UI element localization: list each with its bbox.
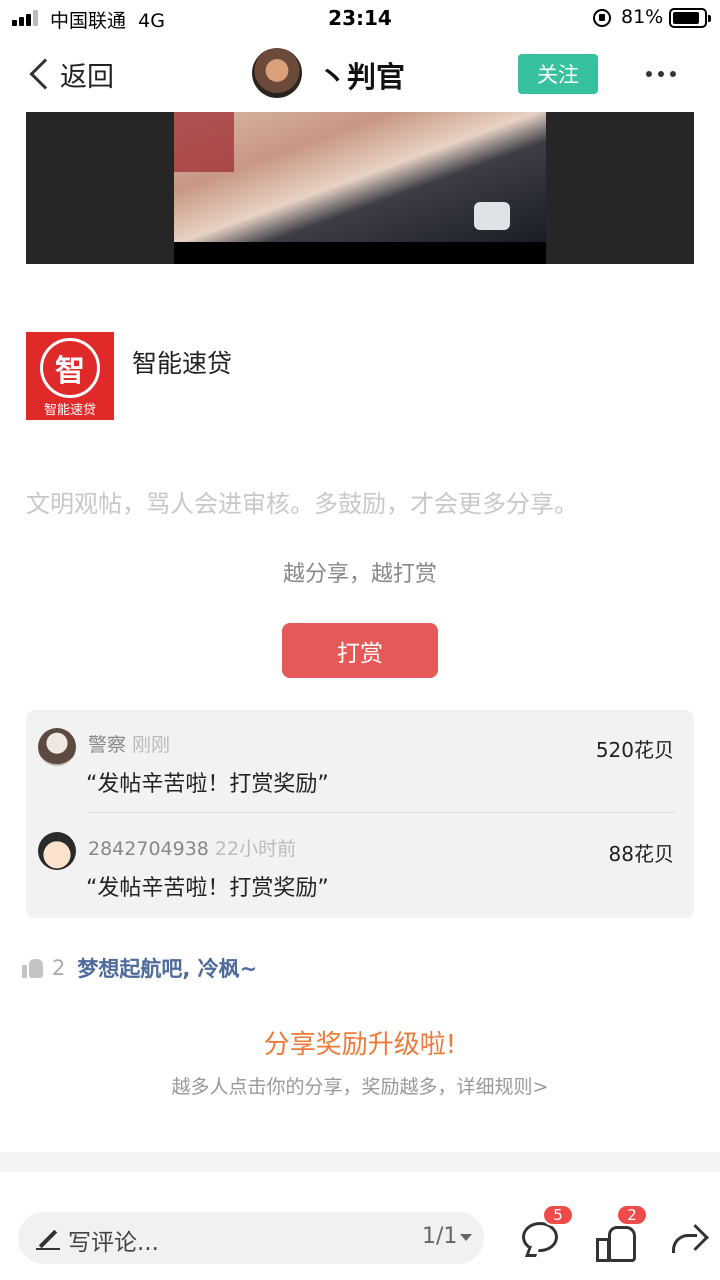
comment-input[interactable]: 写评论... 1/1	[18, 1212, 484, 1264]
page-indicator[interactable]: 1/1	[422, 1224, 457, 1249]
reward-amount: 88花贝	[608, 842, 674, 866]
likes-row: 2 梦想起航吧, 冷枫~	[22, 952, 257, 984]
reward-row: 警察 刚刚 520花贝 “发帖辛苦啦！打赏奖励”	[26, 710, 694, 810]
nav-bar: 返回 丶判官 关注	[0, 36, 720, 112]
reward-list: 警察 刚刚 520花贝 “发帖辛苦啦！打赏奖励” 2842704938 22小时前 …	[26, 710, 694, 918]
logo-char: 智	[55, 354, 85, 389]
logo-caption: 智能速贷	[43, 403, 96, 418]
reward-time: 22小时前	[214, 838, 297, 860]
video-player[interactable]	[26, 112, 694, 264]
author-avatar[interactable]	[252, 48, 302, 98]
comment-count-badge: 5	[542, 1204, 574, 1226]
reward-user: 2842704938 22小时前	[88, 834, 296, 861]
chevron-left-icon	[29, 58, 61, 90]
share-icon[interactable]	[668, 1226, 706, 1254]
section-divider	[0, 1152, 720, 1172]
ad-title[interactable]: 智能速贷	[132, 344, 232, 380]
video-frame	[174, 112, 546, 242]
reward-button[interactable]: 打赏	[282, 623, 438, 678]
comment-icon[interactable]	[522, 1222, 558, 1252]
reward-time: 刚刚	[132, 734, 171, 756]
follow-button[interactable]: 关注	[518, 54, 598, 94]
like-count-badge: 2	[616, 1204, 648, 1226]
reward-username[interactable]: 2842704938	[88, 838, 209, 860]
likes-count: 2	[52, 956, 66, 980]
video-letterbox	[174, 242, 546, 264]
reward-row: 2842704938 22小时前 88花贝 “发帖辛苦啦！打赏奖励”	[26, 814, 694, 914]
battery-percent: 81%	[621, 6, 664, 28]
avatar[interactable]	[38, 832, 76, 870]
back-label: 返回	[60, 61, 114, 93]
reward-message: “发帖辛苦啦！打赏奖励”	[86, 876, 329, 901]
more-icon[interactable]	[646, 71, 676, 77]
reward-hint: 越分享，越打赏	[282, 562, 437, 587]
comment-placeholder: 写评论...	[68, 1230, 159, 1256]
battery-icon	[669, 8, 711, 28]
clock: 23:14	[328, 6, 392, 30]
promo-title: 分享奖励升级啦!	[263, 1030, 457, 1060]
civility-note: 文明观帖，骂人会进审核。多鼓励，才会更多分享。	[26, 490, 578, 518]
promo-rules-link[interactable]: 越多人点击你的分享，奖励越多，详细规则>	[0, 1072, 720, 1099]
ad-logo[interactable]: 智 智能速贷	[26, 332, 114, 420]
like-icon[interactable]	[596, 1224, 636, 1262]
bottom-bar: 写评论... 1/1 5 2	[0, 1172, 720, 1280]
likes-names[interactable]: 梦想起航吧, 冷枫~	[77, 953, 257, 983]
reward-message: “发帖辛苦啦！打赏奖励”	[86, 772, 329, 797]
reward-username[interactable]: 警察	[88, 734, 126, 756]
status-bar: 中国联通 4G 23:14 81%	[0, 0, 720, 36]
pencil-icon	[36, 1226, 60, 1250]
reward-user: 警察 刚刚	[88, 730, 170, 757]
reward-amount: 520花贝	[595, 738, 674, 762]
caret-down-icon[interactable]	[460, 1234, 472, 1241]
thumb-up-icon	[22, 957, 44, 979]
author-name[interactable]: 丶判官	[318, 54, 405, 96]
back-button[interactable]: 返回	[26, 54, 114, 94]
avatar[interactable]	[38, 728, 76, 766]
rotation-lock-icon	[593, 9, 611, 27]
divider	[88, 812, 676, 813]
